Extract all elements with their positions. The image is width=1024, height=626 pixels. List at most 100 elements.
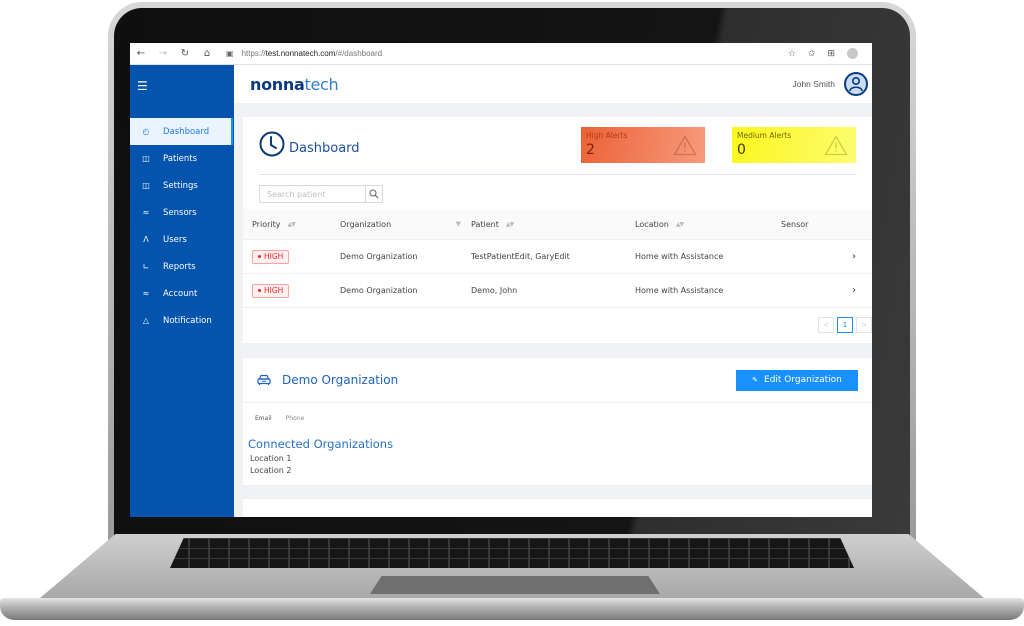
browser-toolbar: ← → ↻ ⌂ ▣ https://test.nonnatech.com/#/d… xyxy=(130,43,872,65)
sidebar-item-notification[interactable]: △ Notification xyxy=(130,307,234,334)
car-icon xyxy=(257,374,271,385)
sidebar-item-label: Reports xyxy=(163,261,196,272)
badge-dot xyxy=(258,255,261,258)
table-header: Priority ▲▼ Organization ▼ Patient ▲▼ Lo… xyxy=(243,209,872,240)
collections-icon[interactable]: ⊞ xyxy=(827,49,835,59)
priority-cell: HIGH xyxy=(243,283,340,298)
organization-contacts: Email Phone xyxy=(243,415,872,422)
app-header: nonnatech John Smith xyxy=(234,65,872,103)
chevron-right-icon[interactable]: › xyxy=(852,285,856,296)
dashboard-icon: ◴ xyxy=(142,127,150,136)
sort-icon[interactable]: ▲▼ xyxy=(287,221,295,228)
patients-table: Priority ▲▼ Organization ▼ Patient ▲▼ Lo… xyxy=(243,209,872,308)
search-button[interactable] xyxy=(365,185,383,203)
sidebar-item-label: Settings xyxy=(163,180,198,191)
user-menu[interactable]: John Smith xyxy=(792,72,868,96)
sidebar-item-label: Sensors xyxy=(163,207,197,218)
organization-title: Demo Organization xyxy=(282,373,399,387)
edit-organization-button[interactable]: ✎ Edit Organization xyxy=(736,369,858,391)
column-label: Location xyxy=(635,219,669,229)
logo[interactable]: nonnatech xyxy=(250,75,339,94)
sidebar-item-settings[interactable]: ◫ Settings xyxy=(130,172,234,199)
user-icon: Λ xyxy=(143,235,149,244)
column-priority[interactable]: Priority ▲▼ xyxy=(243,220,340,229)
sidebar-item-label: Patients xyxy=(163,153,198,164)
connected-organizations-heading: Connected Organizations xyxy=(248,437,394,451)
organization-card: Demo Organization ✎ Edit Organization Em… xyxy=(243,358,872,485)
chevron-right-icon[interactable]: › xyxy=(852,251,856,262)
organization-title-row: Demo Organization xyxy=(243,373,398,387)
search-input[interactable] xyxy=(259,185,365,203)
sidebar-item-label: Notification xyxy=(163,315,212,326)
column-location[interactable]: Location ▲▼ xyxy=(635,220,781,229)
sidebar-item-patients[interactable]: ◫ Patients xyxy=(130,145,234,172)
table-row[interactable]: HIGH Demo Organization TestPatientEdit, … xyxy=(243,240,872,274)
reload-icon[interactable]: ↻ xyxy=(174,48,196,59)
location-item: Location 2 xyxy=(250,466,292,475)
sidebar-item-sensors[interactable]: ≈ Sensors xyxy=(130,199,234,226)
location-cell: Home with Assistance xyxy=(635,252,724,261)
avatar[interactable] xyxy=(844,72,868,96)
sidebar-item-users[interactable]: Λ Users xyxy=(130,226,234,253)
sidebar-item-label: Account xyxy=(163,288,198,299)
column-label: Organization xyxy=(340,219,392,229)
medkit-icon: ◫ xyxy=(142,181,150,190)
browser-profile-icon[interactable] xyxy=(847,48,858,59)
high-alerts-card[interactable]: High Alerts 2 xyxy=(581,127,705,163)
table-row[interactable]: HIGH Demo Organization Demo, John Home w… xyxy=(243,274,872,308)
sort-icon[interactable]: ▲▼ xyxy=(506,221,514,228)
url-text[interactable]: https://test.nonnatech.com/#/dashboard xyxy=(242,49,383,58)
warning-icon xyxy=(673,135,697,156)
sidebar: ☰ ◴ Dashboard ◫ Patients ◫ Settings ≈ Se… xyxy=(130,65,234,517)
user-avatar-icon xyxy=(849,76,863,92)
priority-text: HIGH xyxy=(264,252,284,261)
column-patient[interactable]: Patient ▲▼ xyxy=(471,220,635,229)
pagination-next[interactable]: > xyxy=(856,317,872,333)
warning-icon xyxy=(824,135,848,156)
sidebar-item-reports[interactable]: ∟ Reports xyxy=(130,253,234,280)
sidebar-menu: ◴ Dashboard ◫ Patients ◫ Settings ≈ Sens… xyxy=(130,118,234,334)
priority-badge: HIGH xyxy=(252,283,290,298)
sidebar-item-label: Users xyxy=(163,234,187,245)
address-bar[interactable]: ▣ https://test.nonnatech.com/#/dashboard xyxy=(226,49,788,58)
medium-alerts-card[interactable]: Medium Alerts 0 xyxy=(732,127,856,163)
screen: ← → ↻ ⌂ ▣ https://test.nonnatech.com/#/d… xyxy=(130,43,872,517)
organization-cell: Demo Organization xyxy=(340,252,418,261)
laptop-trackpad xyxy=(370,576,660,594)
column-organization[interactable]: Organization ▼ xyxy=(340,220,471,229)
email-label: Email xyxy=(255,415,272,422)
url-scheme: https:// xyxy=(241,49,266,58)
lock-icon: ▣ xyxy=(226,49,234,58)
sidebar-item-dashboard[interactable]: ◴ Dashboard xyxy=(130,118,233,145)
laptop-keyboard xyxy=(170,538,854,568)
priority-badge: HIGH xyxy=(252,249,290,264)
filter-icon[interactable]: ▼ xyxy=(456,220,461,228)
pagination: < 1 > xyxy=(818,317,872,333)
pagination-prev[interactable]: < xyxy=(818,317,834,333)
organization-cell: Demo Organization xyxy=(340,286,418,295)
sort-icon[interactable]: ▲▼ xyxy=(676,221,684,228)
page-title: Dashboard xyxy=(289,140,360,156)
user-name: John Smith xyxy=(792,79,835,89)
medkit-icon: ◫ xyxy=(142,154,150,163)
next-card xyxy=(243,499,872,517)
divider xyxy=(259,174,856,175)
forward-arrow-icon[interactable]: → xyxy=(152,48,174,59)
pagination-page[interactable]: 1 xyxy=(837,317,853,333)
priority-cell: HIGH xyxy=(243,249,340,264)
menu-collapse-icon[interactable]: ☰ xyxy=(137,79,148,93)
edit-icon: ✎ xyxy=(752,376,759,384)
badge-dot xyxy=(258,289,261,292)
sidebar-item-account[interactable]: ≈ Account xyxy=(130,280,234,307)
phone-label: Phone xyxy=(285,415,305,422)
back-arrow-icon[interactable]: ← xyxy=(130,48,152,59)
wifi-icon: ≈ xyxy=(142,208,150,217)
location-item: Location 1 xyxy=(250,454,292,463)
column-label: Sensor xyxy=(781,219,809,229)
home-icon[interactable]: ⌂ xyxy=(196,48,218,59)
add-favorite-icon[interactable]: ☆ xyxy=(788,49,796,59)
sensor-cell: › xyxy=(781,285,872,296)
patient-cell: Demo, John xyxy=(471,286,518,295)
favorites-icon[interactable]: ✩ xyxy=(808,49,816,59)
dashboard-title-row: Dashboard xyxy=(259,131,360,157)
